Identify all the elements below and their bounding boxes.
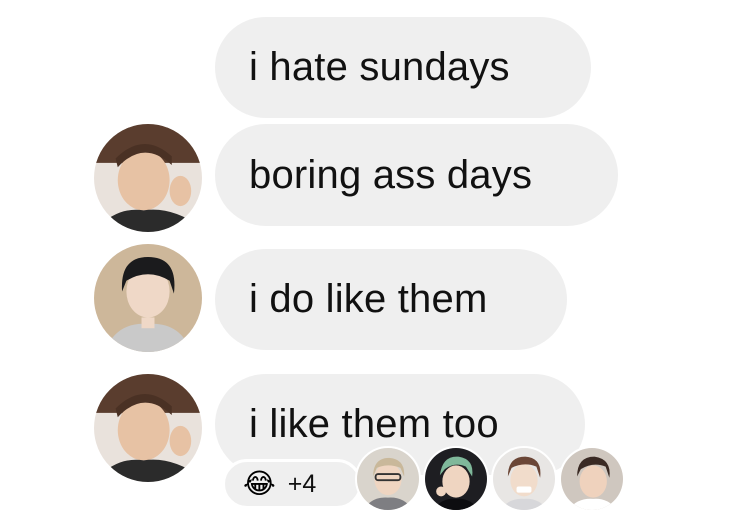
- seen-avatar-4[interactable]: [559, 446, 625, 512]
- person-photo-icon: [94, 244, 202, 352]
- sender-avatar-2[interactable]: [94, 244, 202, 352]
- sender-avatar-1[interactable]: [94, 124, 202, 232]
- message-text: boring ass days: [249, 152, 533, 197]
- message-text: i hate sundays: [249, 45, 510, 89]
- seen-avatar-1[interactable]: [355, 446, 421, 512]
- message-text: i like them too: [249, 402, 499, 446]
- person-photo-icon: [357, 448, 419, 510]
- message-bubble-1[interactable]: i hate sundays: [215, 17, 591, 118]
- seen-avatar-2[interactable]: [423, 446, 489, 512]
- tears-of-joy-icon: 😂: [243, 468, 276, 499]
- sender-avatar-3[interactable]: [94, 374, 202, 482]
- seen-avatar-3[interactable]: [491, 446, 557, 512]
- person-photo-icon: [561, 448, 623, 510]
- message-text: i do like them: [249, 277, 488, 321]
- reaction-summary-button[interactable]: 😂 +4: [222, 459, 362, 509]
- person-photo-icon: [425, 448, 487, 510]
- person-photo-icon: [493, 448, 555, 510]
- message-bubble-3[interactable]: i do like them: [215, 249, 567, 350]
- person-photo-icon: [94, 124, 202, 232]
- reaction-count: +4: [287, 469, 317, 498]
- person-photo-icon: [94, 374, 202, 482]
- message-bubble-2[interactable]: boring ass days: [215, 124, 618, 226]
